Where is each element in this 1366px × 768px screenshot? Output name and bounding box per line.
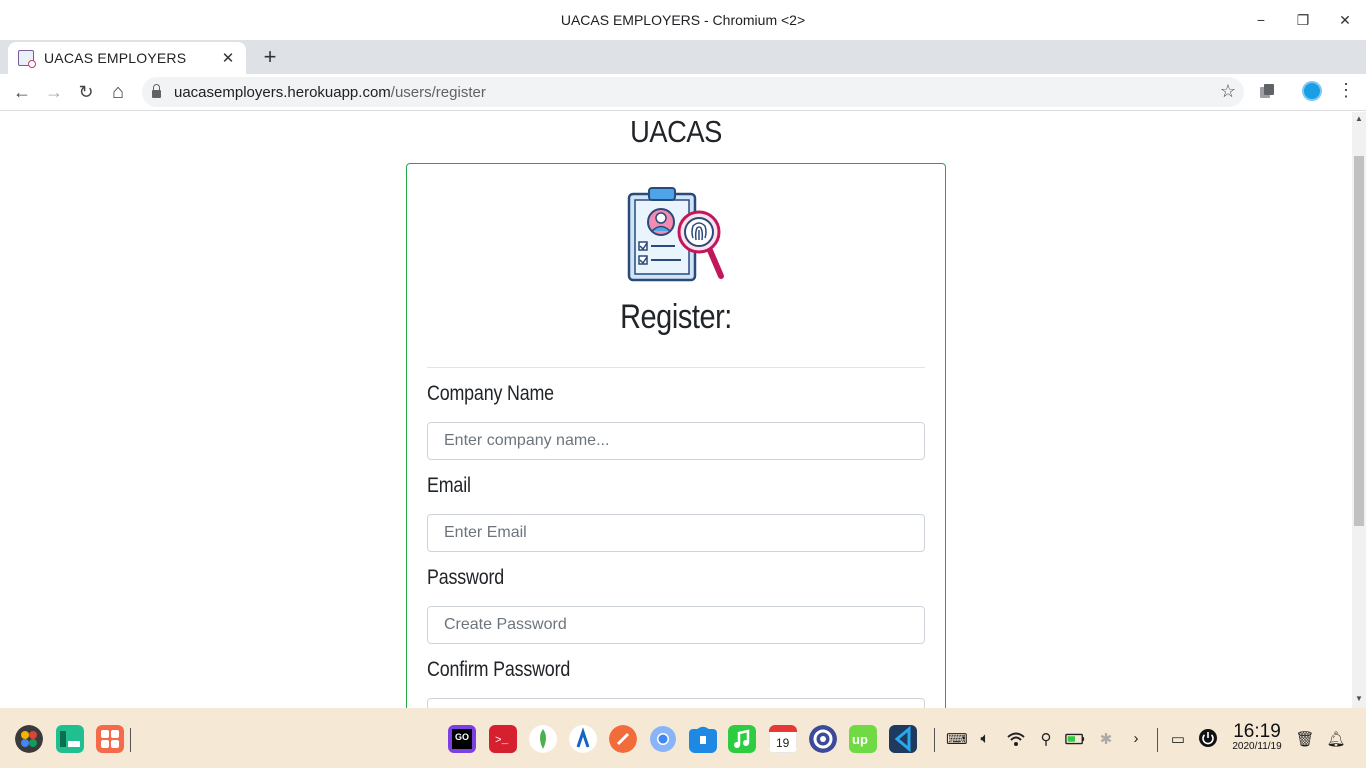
register-heading: Register: bbox=[620, 298, 732, 336]
register-card: Register: Company Name Email Password Co… bbox=[406, 163, 946, 708]
scroll-up-arrow-icon[interactable]: ▲ bbox=[1355, 114, 1363, 123]
keyboard-icon[interactable]: ⌨ bbox=[946, 730, 968, 748]
battery-icon[interactable] bbox=[1065, 732, 1085, 746]
forward-button[interactable]: → bbox=[42, 80, 66, 104]
chromium-icon[interactable] bbox=[649, 725, 677, 753]
vscode-icon[interactable] bbox=[889, 725, 917, 753]
site-title: UACAS bbox=[630, 114, 722, 149]
new-tab-button[interactable]: + bbox=[259, 44, 281, 70]
bluetooth-icon[interactable]: ✱ bbox=[1096, 730, 1116, 748]
taskbar-separator bbox=[1157, 728, 1158, 752]
clipboard-favicon-icon bbox=[18, 50, 36, 68]
tab-uacas-employers[interactable]: UACAS EMPLOYERS ✕ bbox=[8, 42, 246, 74]
company-name-label: Company Name bbox=[427, 382, 554, 405]
svg-text:19: 19 bbox=[776, 736, 790, 750]
clock-date[interactable]: 2020/11/19 bbox=[1228, 741, 1286, 752]
postman-icon[interactable] bbox=[609, 725, 637, 753]
taskbar-separator bbox=[130, 728, 131, 752]
page-scrollbar[interactable]: ▲ ▼ bbox=[1352, 112, 1366, 708]
url-path: /users/register bbox=[390, 83, 486, 101]
music-icon[interactable] bbox=[728, 725, 756, 753]
address-bar[interactable]: uacasemployers.herokuapp.com/users/regis… bbox=[142, 77, 1244, 107]
home-button[interactable]: ⌂ bbox=[106, 80, 130, 104]
mongodb-icon[interactable] bbox=[529, 725, 557, 753]
app-grid-icon[interactable] bbox=[96, 725, 124, 753]
launcher-icon[interactable] bbox=[15, 725, 43, 753]
window-controls: − ❐ ✕ bbox=[1240, 0, 1366, 40]
tab-close-button[interactable]: ✕ bbox=[220, 49, 236, 67]
browser-toolbar: ← → ↻ ⌂ uacasemployers.herokuapp.com/use… bbox=[0, 74, 1366, 111]
clipboard-fingerprint-logo-icon bbox=[627, 187, 724, 282]
company-name-input[interactable] bbox=[427, 422, 925, 460]
lock-icon bbox=[152, 84, 161, 98]
svg-text:up: up bbox=[852, 732, 868, 747]
window-title: UACAS EMPLOYERS - Chromium <2> bbox=[560, 12, 806, 28]
restore-button[interactable]: ❐ bbox=[1282, 12, 1324, 29]
svg-text:GO: GO bbox=[455, 732, 469, 742]
svg-text:>_: >_ bbox=[495, 735, 509, 747]
android-studio-icon[interactable] bbox=[569, 725, 597, 753]
scrollbar-thumb[interactable] bbox=[1354, 156, 1364, 526]
upwork-icon[interactable]: up bbox=[849, 725, 877, 753]
url-host: uacasemployers.herokuapp.com bbox=[174, 83, 391, 101]
email-label: Email bbox=[427, 474, 471, 497]
taskbar-separator bbox=[934, 728, 935, 752]
input-icon[interactable]: ▭ bbox=[1168, 730, 1188, 748]
trash-icon[interactable]: 🗑︎ bbox=[1295, 730, 1315, 748]
volume-icon[interactable]: 🔈︎ bbox=[975, 730, 995, 747]
terminal-icon[interactable]: >_ bbox=[489, 725, 517, 753]
email-input[interactable] bbox=[427, 514, 925, 552]
reload-button[interactable]: ↻ bbox=[74, 80, 98, 104]
window-titlebar: UACAS EMPLOYERS - Chromium <2> − ❐ ✕ bbox=[0, 0, 1366, 40]
page-viewport: UACAS Register: Company Name Email bbox=[0, 112, 1352, 708]
extension-icon[interactable] bbox=[1258, 82, 1276, 100]
close-window-button[interactable]: ✕ bbox=[1324, 12, 1366, 29]
tab-title: UACAS EMPLOYERS bbox=[44, 50, 187, 66]
clock-time[interactable]: 16:19 bbox=[1231, 721, 1283, 743]
scroll-down-arrow-icon[interactable]: ▼ bbox=[1355, 694, 1363, 703]
bookmark-star-icon[interactable]: ☆ bbox=[1220, 81, 1236, 102]
confirm-password-label: Confirm Password bbox=[427, 658, 571, 681]
chevron-right-icon[interactable]: › bbox=[1126, 730, 1146, 747]
goland-icon[interactable]: GO bbox=[448, 725, 476, 753]
store-icon[interactable] bbox=[689, 725, 717, 753]
browser-menu-button[interactable]: ⋮ bbox=[1337, 80, 1355, 101]
password-input[interactable] bbox=[427, 606, 925, 644]
settings-icon[interactable] bbox=[809, 725, 837, 753]
profile-extension-icon[interactable] bbox=[1302, 81, 1322, 101]
minimize-button[interactable]: − bbox=[1240, 12, 1282, 28]
power-icon[interactable] bbox=[1198, 728, 1218, 748]
password-label: Password bbox=[427, 566, 505, 589]
taskbar: GO >_ 19 up ⌨ 🔈︎ ⚲ ✱ › ▭ 16:19 2020/11/1… bbox=[0, 708, 1366, 768]
bell-icon[interactable]: 🔔︎ bbox=[1326, 730, 1346, 748]
wifi-icon[interactable] bbox=[1006, 730, 1026, 748]
divider bbox=[427, 367, 925, 368]
files-icon[interactable] bbox=[56, 725, 84, 753]
back-button[interactable]: ← bbox=[10, 80, 34, 104]
tab-strip: UACAS EMPLOYERS ✕ + bbox=[0, 40, 1366, 74]
confirm-password-input[interactable] bbox=[427, 698, 925, 708]
usb-icon[interactable]: ⚲ bbox=[1036, 730, 1056, 748]
calendar-icon[interactable]: 19 bbox=[769, 725, 797, 753]
